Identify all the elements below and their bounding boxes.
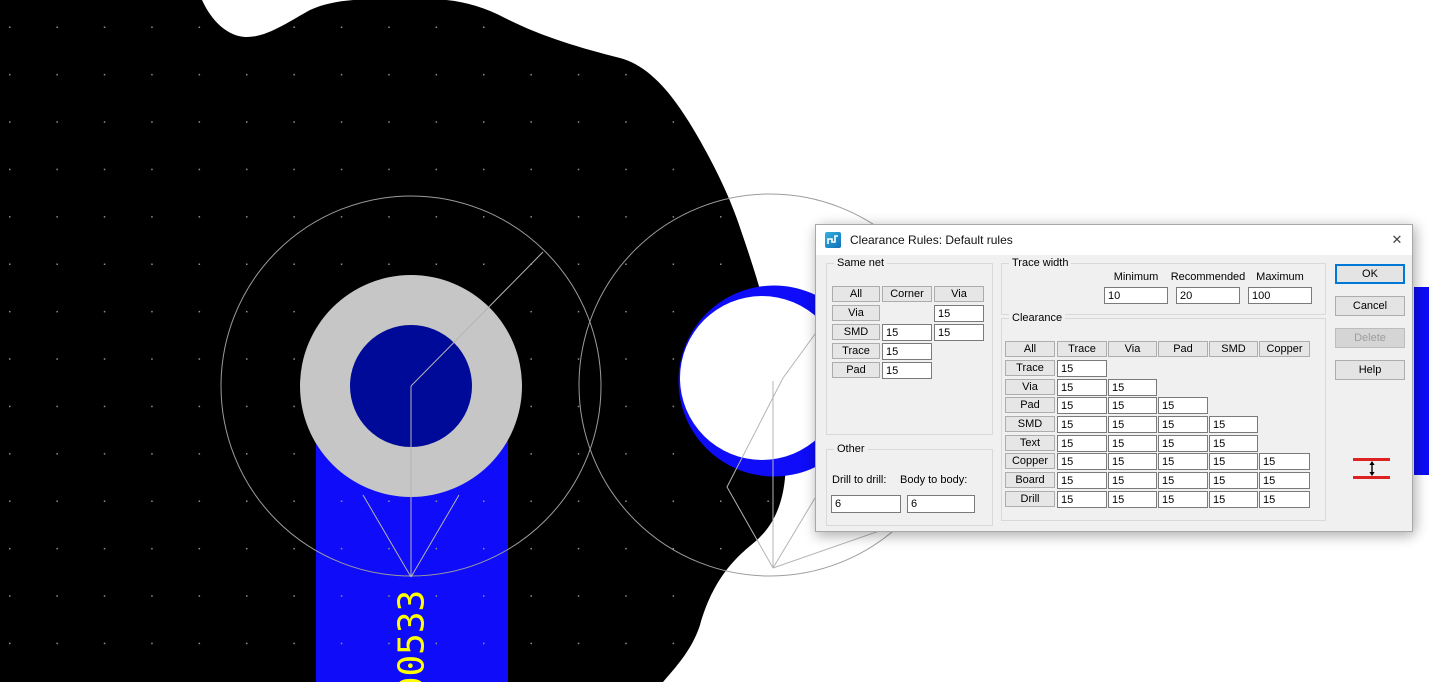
other-legend: Other (834, 443, 868, 455)
clearance-col-header-trace[interactable]: Trace (1057, 341, 1107, 357)
clearance-input-smd-2[interactable] (1158, 416, 1208, 433)
clearance-col-header-via[interactable]: Via (1108, 341, 1157, 357)
clearance-input-trace-0[interactable] (1057, 360, 1107, 377)
dialog-title: Clearance Rules: Default rules (850, 233, 1013, 247)
body-to-body-label: Body to body: (900, 474, 967, 486)
clearance-input-text-3[interactable] (1209, 435, 1258, 452)
clearance-input-drill-1[interactable] (1108, 491, 1157, 508)
clearance-row-header-trace[interactable]: Trace (1005, 360, 1055, 376)
clearance-input-smd-1[interactable] (1108, 416, 1157, 433)
clearance-input-drill-3[interactable] (1209, 491, 1258, 508)
same-net-col-header-corner[interactable]: Corner (882, 286, 932, 302)
trace-width-max-input[interactable] (1248, 287, 1312, 304)
clearance-input-text-1[interactable] (1108, 435, 1157, 452)
clearance-legend: Clearance (1009, 312, 1065, 324)
clearance-input-smd-3[interactable] (1209, 416, 1258, 433)
close-icon[interactable]: ✕ (1382, 225, 1412, 255)
screen: 00533 Clearance Rules: Default rules ✕ S… (0, 0, 1429, 682)
clearance-input-copper-0[interactable] (1057, 453, 1107, 470)
same-net-input-trace-0[interactable] (882, 343, 932, 360)
clearance-input-board-1[interactable] (1108, 472, 1157, 489)
clearance-col-header-copper[interactable]: Copper (1259, 341, 1310, 357)
body-to-body-input[interactable] (907, 495, 975, 513)
clearance-col-header-smd[interactable]: SMD (1209, 341, 1258, 357)
same-net-input-via-1[interactable] (934, 305, 984, 322)
same-net-row-header-smd[interactable]: SMD (832, 324, 880, 340)
drill-to-drill-label: Drill to drill: (832, 474, 886, 486)
clearance-row-header-smd[interactable]: SMD (1005, 416, 1055, 432)
ok-button[interactable]: OK (1335, 264, 1405, 284)
same-net-row-header-pad[interactable]: Pad (832, 362, 880, 378)
clearance-input-copper-2[interactable] (1158, 453, 1208, 470)
clearance-input-board-3[interactable] (1209, 472, 1258, 489)
clearance-row-header-board[interactable]: Board (1005, 472, 1055, 488)
clearance-input-pad-2[interactable] (1158, 397, 1208, 414)
clearance-row-header-pad[interactable]: Pad (1005, 397, 1055, 413)
same-net-col-header-all[interactable]: All (832, 286, 880, 302)
clearance-input-board-0[interactable] (1057, 472, 1107, 489)
clearance-rules-dialog: Clearance Rules: Default rules ✕ Same ne… (815, 224, 1413, 532)
clearance-input-drill-2[interactable] (1158, 491, 1208, 508)
drill-to-drill-input[interactable] (831, 495, 901, 513)
help-button[interactable]: Help (1335, 360, 1405, 380)
clearance-col-header-pad[interactable]: Pad (1158, 341, 1208, 357)
clearance-input-pad-1[interactable] (1108, 397, 1157, 414)
clearance-input-copper-3[interactable] (1209, 453, 1258, 470)
clearance-input-copper-1[interactable] (1108, 453, 1157, 470)
trace-width-legend: Trace width (1009, 257, 1071, 269)
same-net-row-header-via[interactable]: Via (832, 305, 880, 321)
trace-right-edge[interactable] (1414, 287, 1429, 475)
clearance-input-board-4[interactable] (1259, 472, 1310, 489)
same-net-input-pad-0[interactable] (882, 362, 932, 379)
clearance-row-header-drill[interactable]: Drill (1005, 491, 1055, 507)
clearance-input-board-2[interactable] (1158, 472, 1208, 489)
clearance-input-drill-4[interactable] (1259, 491, 1310, 508)
trace-width-min-input[interactable] (1104, 287, 1168, 304)
clearance-row-header-via[interactable]: Via (1005, 379, 1055, 395)
clearance-input-via-1[interactable] (1108, 379, 1157, 396)
dialog-titlebar[interactable]: Clearance Rules: Default rules ✕ (816, 225, 1412, 255)
trace-width-rec-input[interactable] (1176, 287, 1240, 304)
clearance-input-drill-0[interactable] (1057, 491, 1107, 508)
same-net-legend: Same net (834, 257, 887, 269)
clearance-input-via-0[interactable] (1057, 379, 1107, 396)
clearance-row-header-text[interactable]: Text (1005, 435, 1055, 451)
cancel-button[interactable]: Cancel (1335, 296, 1405, 316)
same-net-row-header-trace[interactable]: Trace (832, 343, 880, 359)
clearance-input-smd-0[interactable] (1057, 416, 1107, 433)
clearance-input-text-0[interactable] (1057, 435, 1107, 452)
same-net-col-header-via[interactable]: Via (934, 286, 984, 302)
trace-width-max-label: Maximum (1240, 271, 1320, 283)
clearance-gap-icon (1352, 455, 1392, 483)
delete-button[interactable]: Delete (1335, 328, 1405, 348)
clearance-input-text-2[interactable] (1158, 435, 1208, 452)
clearance-row-header-copper[interactable]: Copper (1005, 453, 1055, 469)
app-icon (825, 232, 841, 248)
clearance-input-copper-4[interactable] (1259, 453, 1310, 470)
same-net-input-smd-0[interactable] (882, 324, 932, 341)
clearance-col-header-all[interactable]: All (1005, 341, 1055, 357)
other-group: Other (826, 449, 993, 526)
pcb-ref-designator-text[interactable]: 00533 (392, 590, 433, 682)
same-net-input-smd-1[interactable] (934, 324, 984, 341)
clearance-input-pad-0[interactable] (1057, 397, 1107, 414)
